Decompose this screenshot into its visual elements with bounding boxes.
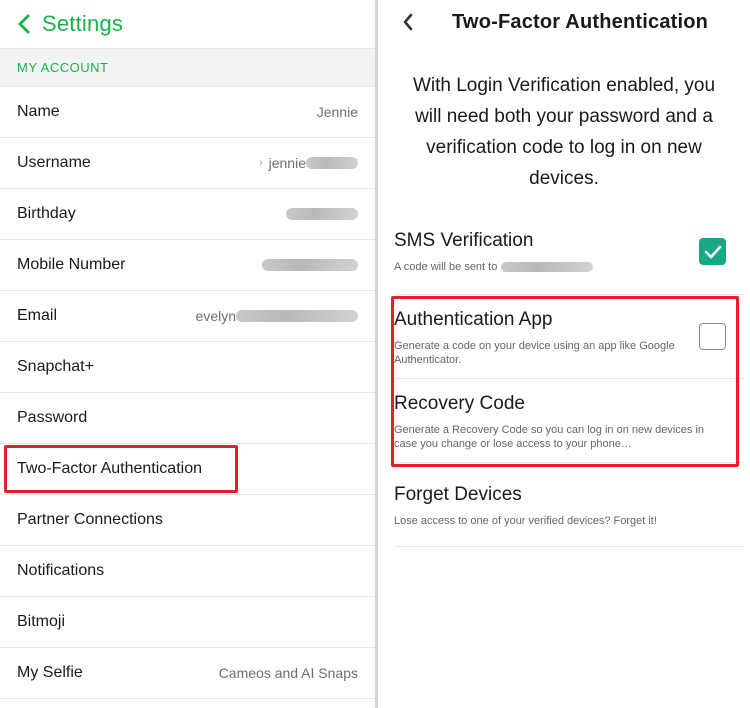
chevron-left-icon[interactable] <box>398 10 418 34</box>
highlight-box-auth-options <box>391 296 739 467</box>
row-value-wrap <box>262 259 358 271</box>
option-title: SMS Verification <box>394 230 534 251</box>
row-label: Username <box>17 154 91 171</box>
settings-row-birthday[interactable]: Birthday <box>0 189 375 240</box>
row-value: Jennie <box>316 104 358 120</box>
settings-row-notifications[interactable]: Notifications <box>0 546 375 597</box>
row-label: Mobile Number <box>17 256 126 273</box>
checkmark-icon <box>704 245 721 258</box>
row-value-wrap <box>286 208 358 220</box>
row-value: evelyn <box>195 308 236 324</box>
row-value: Cameos and AI Snaps <box>218 665 358 681</box>
settings-row-username[interactable]: Username › jennie <box>0 138 375 189</box>
settings-row-partner-connections[interactable]: Partner Connections <box>0 495 375 546</box>
row-value: jennie <box>268 155 306 171</box>
divider <box>394 294 744 295</box>
option-title: Forget Devices <box>394 484 522 505</box>
option-desc: A code will be sent to <box>394 261 498 273</box>
divider <box>394 546 744 547</box>
section-header-my-account: MY ACCOUNT <box>0 48 375 87</box>
settings-panel: Settings MY ACCOUNT Name Jennie Username… <box>0 0 375 708</box>
settings-row-snapchat-plus[interactable]: Snapchat+ <box>0 342 375 393</box>
row-label: Email <box>17 307 58 324</box>
redaction-blur <box>236 310 358 322</box>
row-value-wrap: › jennie <box>259 155 358 171</box>
redaction-blur <box>306 157 358 169</box>
page-title: Two-Factor Authentication <box>452 10 709 33</box>
option-forget-devices[interactable]: Forget Devices Lose access to one of you… <box>394 484 744 528</box>
row-label: Notifications <box>17 562 105 579</box>
row-label: Birthday <box>17 205 76 222</box>
redaction-blur <box>262 259 358 271</box>
page-title: Settings <box>42 11 124 36</box>
settings-row-email[interactable]: Email evelyn <box>0 291 375 342</box>
chevron-right-icon: › <box>258 157 263 169</box>
row-value-wrap: evelyn <box>196 308 358 324</box>
option-desc-wrap: A code will be sent to <box>394 260 744 274</box>
redaction-blur <box>286 208 358 220</box>
intro-text: With Login Verification enabled, you wil… <box>412 75 716 189</box>
settings-row-my-selfie[interactable]: My Selfie Cameos and AI Snaps <box>0 648 375 699</box>
settings-row-bitmoji[interactable]: Bitmoji <box>0 597 375 648</box>
chevron-left-icon[interactable] <box>12 12 36 36</box>
option-desc: Lose access to one of your verified devi… <box>394 515 657 527</box>
highlight-box-two-factor <box>4 445 238 493</box>
row-label: Snapchat+ <box>17 358 94 375</box>
row-label: Bitmoji <box>17 613 66 630</box>
redaction-blur <box>501 262 594 272</box>
row-label: Password <box>17 409 88 426</box>
two-factor-header: Two-Factor Authentication <box>378 0 750 44</box>
settings-row-password[interactable]: Password <box>0 393 375 444</box>
row-label: My Selfie <box>17 664 83 681</box>
row-label: Partner Connections <box>17 511 163 528</box>
sms-verification-checkbox[interactable] <box>699 238 726 265</box>
row-label: Name <box>17 103 60 120</box>
settings-row-mobile-number[interactable]: Mobile Number <box>0 240 375 291</box>
option-sms-verification[interactable]: SMS Verification A code will be sent to <box>394 230 744 274</box>
settings-header: Settings <box>0 0 375 48</box>
settings-row-name[interactable]: Name Jennie <box>0 87 375 138</box>
